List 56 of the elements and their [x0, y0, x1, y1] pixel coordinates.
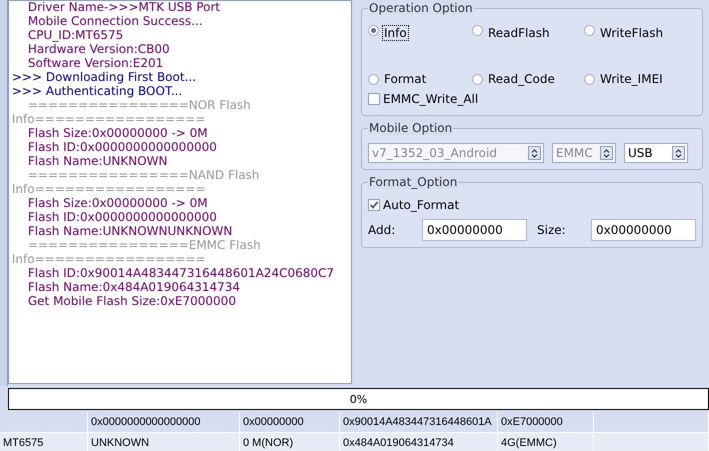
progress-text: 0%: [350, 392, 368, 406]
radio-button[interactable]: [472, 25, 483, 36]
table-cell: UNKNOWN: [88, 433, 240, 451]
field-label: Size:: [537, 223, 567, 237]
log-line: CPU_ID:MT6575: [26, 28, 124, 42]
table-cell: 4G(EMMC): [498, 433, 594, 451]
field-label: Add:: [368, 223, 396, 237]
radio-label[interactable]: Info: [382, 25, 409, 41]
log-line: ================NAND Flash Info=================: [12, 168, 260, 196]
log-line: Get Mobile Flash Size:0xE7000000: [26, 294, 237, 308]
log-line: >>> Downloading First Boot...: [12, 70, 198, 84]
checkbox[interactable]: [368, 93, 380, 105]
log-line: ================NOR Flash Info=================: [12, 98, 252, 126]
table-cell: 0x0000000000000000: [88, 412, 240, 433]
log-line: Mobile Connection Success...: [26, 14, 204, 28]
log-line: Flash Size:0x00000000 -> 0M: [26, 126, 209, 140]
radio-button[interactable]: [368, 25, 379, 36]
table-cell: 0x00000000: [240, 412, 340, 433]
log-line: Flash Name:UNKNOWNUNKNOWN: [26, 224, 234, 238]
radio-label[interactable]: Write_IMEI: [598, 71, 665, 87]
table-cell: 0 M(NOR): [240, 433, 340, 451]
table-cell: 0x484A019064314734: [340, 433, 498, 451]
spinner-icon: [675, 148, 682, 158]
dropdown[interactable]: USB: [624, 143, 688, 163]
checkbox-label[interactable]: Auto_Format: [383, 198, 460, 212]
input-field[interactable]: 0x00000000: [591, 219, 696, 241]
radio-button[interactable]: [584, 25, 595, 36]
log-line: Flash Name:0x484A019064314734: [26, 280, 242, 294]
radio-label[interactable]: Read_Code: [486, 71, 557, 87]
spinner-icon: [531, 148, 538, 158]
log-line: Flash Name:UNKNOWN: [26, 154, 168, 168]
radio-label[interactable]: Format: [382, 71, 428, 87]
table-cell: MT6575: [0, 433, 88, 451]
table-cell: 0xE7000000: [498, 412, 594, 433]
checkbox-label[interactable]: EMMC_Write_All: [383, 92, 478, 106]
spinner-icon: [603, 148, 610, 158]
log-line: Driver Name->>>MTK USB Port: [26, 1, 222, 14]
log-line: Flash ID:0x90014A483447316448601A24C0680C7: [26, 266, 336, 280]
log-line: Software Version:E201: [26, 56, 164, 70]
log-line: Flash ID:0x0000000000000000: [26, 210, 218, 224]
log-line: Flash ID:0x0000000000000000: [26, 140, 218, 154]
log-line: >>> Authenticating BOOT...: [12, 84, 184, 98]
log-line: ================EMMC Flash Info=================: [12, 238, 262, 266]
radio-label[interactable]: WriteFlash: [598, 25, 666, 41]
input-field[interactable]: 0x00000000: [422, 219, 527, 241]
group-title: Mobile Option: [368, 121, 454, 135]
log-line: Flash Size:0x00000000 -> 0M: [26, 196, 209, 210]
table-cell: 0x90014A483447316448601A: [340, 412, 498, 433]
radio-button[interactable]: [584, 74, 595, 84]
group-title: Operation Option: [368, 1, 474, 15]
radio-label[interactable]: ReadFlash: [486, 25, 552, 41]
group-title: Format_Option: [368, 175, 458, 189]
log-line: Hardware Version:CB00: [26, 42, 171, 56]
checkbox[interactable]: [368, 199, 380, 211]
radio-button[interactable]: [368, 74, 379, 84]
radio-button[interactable]: [472, 74, 483, 84]
